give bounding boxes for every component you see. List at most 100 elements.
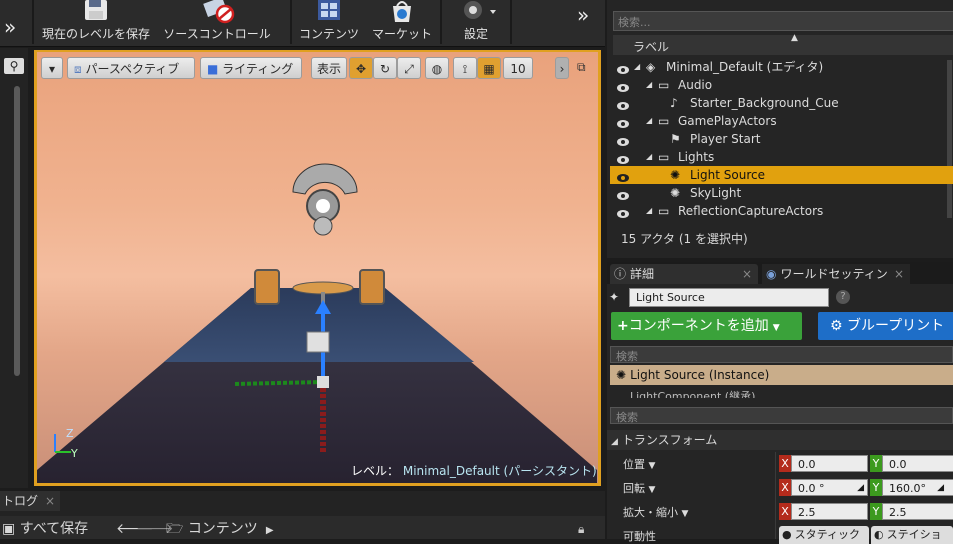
lighting-button[interactable]: ■ ライティング: [200, 57, 302, 79]
translate-mode-button[interactable]: ✥: [349, 57, 373, 79]
save-all-label: すべて保存: [19, 521, 89, 537]
market-button[interactable]: マーケット: [368, 0, 436, 44]
close-tab-world-icon[interactable]: ×: [894, 264, 904, 284]
content-path-button[interactable]: 🗁 コンテンツ ▶: [166, 519, 296, 539]
surface-snap-button[interactable]: ⟟: [453, 57, 477, 79]
stationary-icon: ◐: [874, 528, 884, 541]
scale-y-field[interactable]: 2.5: [882, 503, 953, 520]
outliner-row[interactable]: ◢ ▭ GamePlayActors: [610, 112, 953, 130]
expand-arrow-icon[interactable]: ◢: [646, 112, 652, 130]
save-all-button[interactable]: ▣ すべて保存: [0, 519, 100, 539]
source-control-button[interactable]: ソースコントロール: [158, 0, 276, 44]
outliner-row[interactable]: ◢ ◈ Minimal_Default (エディタ): [610, 58, 953, 76]
tab-world-label: ワールドセッティン: [780, 267, 888, 281]
mobility-stationary-button[interactable]: ◐ ステイショ: [871, 526, 953, 544]
component-child-row[interactable]: LightComponent (継承): [610, 388, 953, 398]
level-viewport[interactable]: Z Y ▾ ⧈ パースペクティブ ■ ライティング 表示 ✥ ↻ ⤢ ◍ ⟟ ▦…: [37, 52, 598, 483]
lighting-icon: ■: [207, 62, 223, 76]
visibility-eye-icon[interactable]: [616, 134, 629, 146]
location-y-field[interactable]: 0.0: [882, 455, 953, 472]
viewport-overflow-button[interactable]: ›: [555, 57, 569, 79]
expand-arrow-icon[interactable]: ◢: [634, 58, 640, 76]
toolbar-overflow-icon[interactable]: »: [577, 0, 601, 30]
content-button[interactable]: コンテンツ: [296, 0, 362, 44]
rotation-label[interactable]: 回転 ▼: [623, 480, 655, 496]
outliner-row[interactable]: ◢ ▭ ReflectionCaptureActors: [610, 202, 953, 220]
search-icon[interactable]: ⚲: [4, 58, 24, 74]
outliner-row[interactable]: ⚑ Player Start: [610, 130, 953, 148]
expand-arrow-icon[interactable]: ◢: [646, 202, 652, 220]
content-icon: [318, 0, 340, 20]
mobility-static-button[interactable]: ● スタティック: [779, 526, 869, 544]
actor-name-field[interactable]: Light Source: [629, 288, 829, 307]
outliner-search-placeholder: 検索...: [618, 16, 651, 29]
level-name: Minimal_Default (パーシスタント): [402, 464, 597, 478]
sort-ascending-icon: ▲: [791, 33, 798, 43]
visibility-eye-icon[interactable]: [616, 152, 629, 164]
transform-header[interactable]: ◢ トランスフォーム: [607, 430, 953, 450]
outliner-row-label: Minimal_Default (エディタ): [666, 60, 824, 74]
lock-icon[interactable]: 🔒︎: [578, 522, 584, 537]
collapse-left-icon[interactable]: »: [4, 12, 30, 42]
rotation-y-field[interactable]: 160.0° ◢: [882, 479, 953, 496]
expand-arrow-icon[interactable]: ◢: [646, 148, 652, 166]
expand-arrow-icon[interactable]: ◢: [646, 76, 652, 94]
tab-world-settings[interactable]: ◉ ワールドセッティン ×: [762, 264, 910, 284]
help-icon[interactable]: ?: [836, 290, 850, 304]
outliner-row[interactable]: ✺ Light Source: [610, 166, 953, 184]
save-level-button[interactable]: 現在のレベルを保存: [38, 0, 154, 44]
visibility-eye-icon[interactable]: [616, 188, 629, 200]
source-control-label: ソースコントロール: [163, 27, 271, 41]
settings-button[interactable]: 設定: [446, 0, 506, 44]
outliner-row[interactable]: ♪ Starter_Background_Cue: [610, 94, 953, 112]
component-search-field[interactable]: 検索: [610, 346, 953, 363]
maximize-viewport-icon[interactable]: ⧉: [577, 60, 591, 74]
tab-details[interactable]: ⓘ 詳細 ×: [610, 264, 758, 284]
light-icon: ✺: [670, 186, 681, 200]
spin-icon: ◢: [857, 483, 864, 493]
close-tab-details-icon[interactable]: ×: [742, 264, 752, 284]
visibility-eye-icon[interactable]: [616, 98, 629, 110]
scale-mode-button[interactable]: ⤢: [397, 57, 421, 79]
folder-icon: 🗁: [166, 521, 188, 537]
location-label[interactable]: 位置 ▼: [623, 456, 655, 472]
rotation-x-field[interactable]: 0.0 ° ◢: [791, 479, 868, 496]
component-instance-row[interactable]: ✺ Light Source (Instance): [610, 365, 953, 385]
x-axis-tag: X: [779, 503, 791, 520]
properties-divider[interactable]: [775, 452, 776, 539]
viewport-menu-button[interactable]: ▾: [41, 57, 63, 79]
visibility-eye-icon[interactable]: [616, 62, 629, 74]
outliner-row[interactable]: ✺ SkyLight: [610, 184, 953, 202]
light-icon: ✺: [616, 368, 627, 382]
chair-right: [359, 269, 385, 305]
outliner-row-label: Light Source: [690, 168, 765, 182]
add-component-button[interactable]: +コンポーネントを追加 ▼: [611, 312, 802, 340]
world-local-button[interactable]: ◍: [425, 57, 449, 79]
perspective-button[interactable]: ⧈ パースペクティブ: [67, 57, 195, 79]
visibility-eye-icon[interactable]: [616, 116, 629, 128]
grid-size-button[interactable]: 10: [503, 57, 533, 79]
scrollbar[interactable]: [14, 86, 20, 376]
property-search-field[interactable]: 検索: [610, 407, 953, 424]
visibility-eye-icon[interactable]: [616, 206, 629, 218]
chair-left: [254, 269, 280, 305]
visibility-eye-icon[interactable]: [616, 170, 629, 182]
outliner-column-header[interactable]: ラベル ▲: [613, 33, 953, 55]
visibility-eye-icon[interactable]: [616, 80, 629, 92]
outliner-row[interactable]: ◢ ▭ Lights: [610, 148, 953, 166]
blueprint-button[interactable]: ⚙ ブループリント: [818, 312, 953, 340]
location-y-value: 0.0: [889, 458, 907, 471]
close-log-tab-icon[interactable]: ×: [45, 491, 55, 511]
scale-label[interactable]: 拡大・縮小 ▼: [623, 504, 688, 520]
outliner-search-field[interactable]: 検索...: [613, 11, 953, 31]
location-x-field[interactable]: 0.0: [791, 455, 868, 472]
show-button[interactable]: 表示: [311, 57, 347, 79]
blueprint-label: ブループリント: [847, 318, 945, 334]
outliner-row[interactable]: ◢ ▭ Audio: [610, 76, 953, 94]
tab-output-log[interactable]: トログ ×: [0, 491, 60, 511]
level-prefix: レベル：: [351, 464, 400, 478]
scale-x-field[interactable]: 2.5: [791, 503, 868, 520]
grid-snap-button[interactable]: ▦: [477, 57, 501, 79]
y-axis-tag: Y: [870, 503, 882, 520]
rotate-mode-button[interactable]: ↻: [373, 57, 397, 79]
